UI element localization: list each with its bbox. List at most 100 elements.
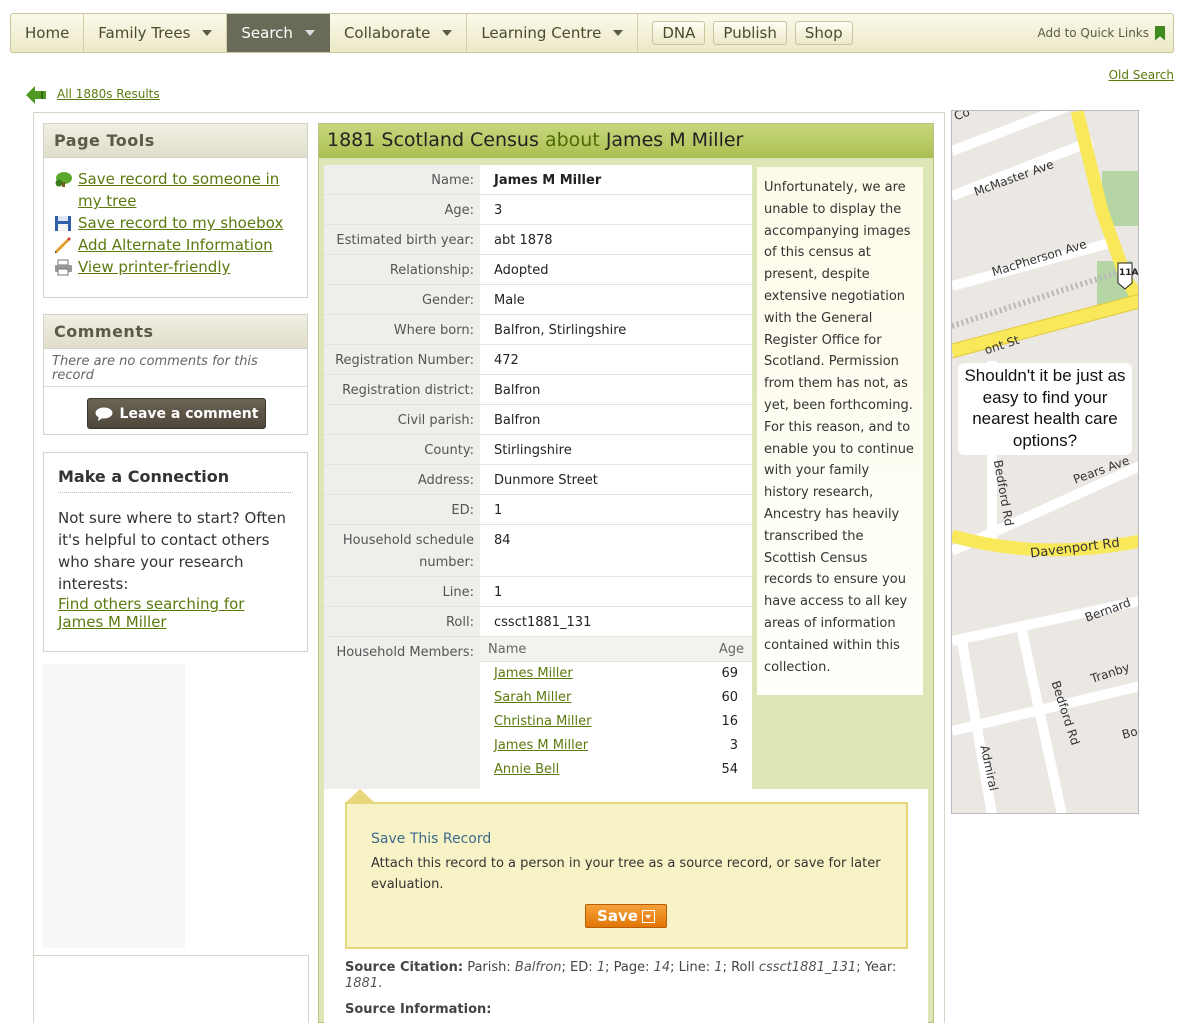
nav-dna-button[interactable]: DNA	[652, 21, 706, 45]
fact-label: County:	[324, 435, 480, 464]
save-record-desc: Attach this record to a person in your t…	[371, 856, 881, 892]
bookmark-icon	[1155, 25, 1165, 41]
save-to-shoebox-link[interactable]: Save record to my shoebox	[78, 212, 283, 234]
add-quick-links[interactable]: Add to Quick Links	[1038, 14, 1173, 52]
fact-row: Line: 1	[324, 577, 752, 607]
fact-label: Where born:	[324, 315, 480, 344]
household-member-link[interactable]: Annie Bell	[494, 762, 559, 777]
nav-home[interactable]: Home	[11, 14, 85, 52]
household-row: Annie Bell 54	[480, 758, 752, 782]
household-member-link[interactable]: Christina Miller	[494, 714, 592, 729]
fact-value: 3	[480, 195, 752, 224]
fact-value: Male	[480, 285, 752, 314]
household-member-age: 3	[729, 738, 738, 753]
household-row: James Miller 69	[480, 662, 752, 686]
save-to-tree-link[interactable]: Save record to someone in my tree	[78, 168, 299, 212]
citation-value: 1881	[345, 976, 379, 991]
household-member-link[interactable]: Sarah Miller	[494, 690, 571, 705]
citation-key: ; Page:	[605, 960, 650, 975]
record-facts: Name: James M Miller Age: 3 Estimated birth …	[324, 165, 752, 797]
citation-key: ; Roll	[722, 960, 755, 975]
leave-comment-label: Leave a comment	[119, 405, 259, 422]
household-header: Name Age	[480, 637, 752, 662]
save-record-title: Save This Record	[371, 831, 492, 847]
nav-collaborate[interactable]: Collaborate	[330, 14, 468, 52]
back-arrow-icon[interactable]	[26, 86, 46, 104]
household-member-age: 16	[721, 714, 738, 729]
caret-down-icon	[304, 30, 315, 36]
household-row: Christina Miller 16	[480, 710, 752, 734]
printer-friendly-tool[interactable]: View printer-friendly	[54, 256, 299, 278]
household-member-age: 54	[721, 762, 738, 777]
fact-row: Roll: cssct1881_131	[324, 607, 752, 637]
fact-row: County: Stirlingshire	[324, 435, 752, 465]
record-panel: 1881 Scotland Census about James M Mille…	[318, 123, 934, 1023]
nav-learning-centre-label: Learning Centre	[481, 24, 602, 42]
comments-title: Comments	[44, 315, 307, 349]
leave-comment-button[interactable]: Leave a comment	[87, 398, 266, 429]
caret-down-icon	[442, 30, 453, 36]
fact-label: Relationship:	[324, 255, 480, 284]
printer-friendly-link[interactable]: View printer-friendly	[78, 256, 230, 278]
citation-key: ; ED:	[561, 960, 593, 975]
save-record-box: Save This Record Attach this record to a…	[345, 802, 908, 949]
fact-label: Address:	[324, 465, 480, 494]
fact-value: Balfron	[480, 405, 752, 434]
all-results-link[interactable]: All 1880s Results	[57, 87, 160, 101]
household-col-name: Name	[488, 642, 527, 657]
fact-row: Civil parish: Balfron	[324, 405, 752, 435]
nav-family-trees[interactable]: Family Trees	[84, 14, 228, 52]
divider	[33, 955, 309, 956]
add-alternate-tool[interactable]: Add Alternate Information	[54, 234, 299, 256]
save-label: Save	[597, 907, 638, 925]
map-ad-caption: Shouldn't it be just as easy to find you…	[958, 363, 1132, 455]
add-alternate-link[interactable]: Add Alternate Information	[78, 234, 273, 256]
floppy-disk-icon	[55, 216, 71, 231]
find-others-link[interactable]: Find others searching for James M Miller	[58, 595, 293, 631]
nav-publish-button[interactable]: Publish	[713, 21, 787, 45]
page-tools-panel: Page Tools Save record to someone in my …	[43, 123, 308, 298]
fact-row: Relationship: Adopted	[324, 255, 752, 285]
fact-label: Civil parish:	[324, 405, 480, 434]
citation-value: 1	[596, 960, 606, 975]
old-search-link[interactable]: Old Search	[1109, 68, 1174, 82]
nav-shop-button[interactable]: Shop	[794, 21, 853, 45]
citation-key: ; Line:	[670, 960, 711, 975]
citation-key: Parish:	[467, 960, 511, 975]
callout-notch	[345, 789, 375, 803]
fact-value: 472	[480, 345, 752, 374]
household-label: Household Members:	[324, 637, 480, 797]
collection-name: 1881 Scotland Census	[327, 129, 539, 151]
about-word: about	[544, 129, 600, 151]
make-connection-panel: Make a Connection Not sure where to star…	[43, 452, 308, 652]
fact-label: Registration Number:	[324, 345, 480, 374]
fact-value: Adopted	[480, 255, 752, 284]
fact-value: 1	[480, 577, 752, 606]
callout-notch-fill	[351, 803, 375, 815]
household-row: Sarah Miller 60	[480, 686, 752, 710]
fact-label: Estimated birth year:	[324, 225, 480, 254]
printer-icon	[55, 259, 72, 276]
person-name: James M Miller	[605, 129, 744, 151]
fact-value: cssct1881_131	[480, 607, 752, 636]
household-member-link[interactable]: James M Miller	[494, 738, 588, 753]
fact-value: Balfron, Stirlingshire	[480, 315, 752, 344]
nav-learning-centre[interactable]: Learning Centre	[467, 14, 639, 52]
household-col-age: Age	[718, 642, 744, 657]
citation-label: Source Citation:	[345, 960, 464, 975]
nav-family-trees-label: Family Trees	[98, 24, 191, 42]
save-button[interactable]: Save	[585, 904, 667, 928]
fact-row: ED: 1	[324, 495, 752, 525]
fact-label: Name:	[324, 165, 480, 194]
household-member-link[interactable]: James Miller	[494, 666, 573, 681]
fact-value: Stirlingshire	[480, 435, 752, 464]
save-to-shoebox-tool[interactable]: Save record to my shoebox	[54, 212, 299, 234]
highway-label: 11A	[1119, 268, 1139, 278]
census-notice: Unfortunately, we are unable to display …	[757, 167, 923, 695]
quick-links-label: Add to Quick Links	[1037, 26, 1149, 40]
save-to-tree-tool[interactable]: Save record to someone in my tree	[54, 168, 299, 212]
fact-label: Line:	[324, 577, 480, 606]
map-advertisement[interactable]: Shouldn't it be just as easy to find you…	[951, 110, 1139, 814]
citation-value: cssct1881_131	[758, 960, 857, 975]
nav-search[interactable]: Search	[227, 14, 330, 52]
